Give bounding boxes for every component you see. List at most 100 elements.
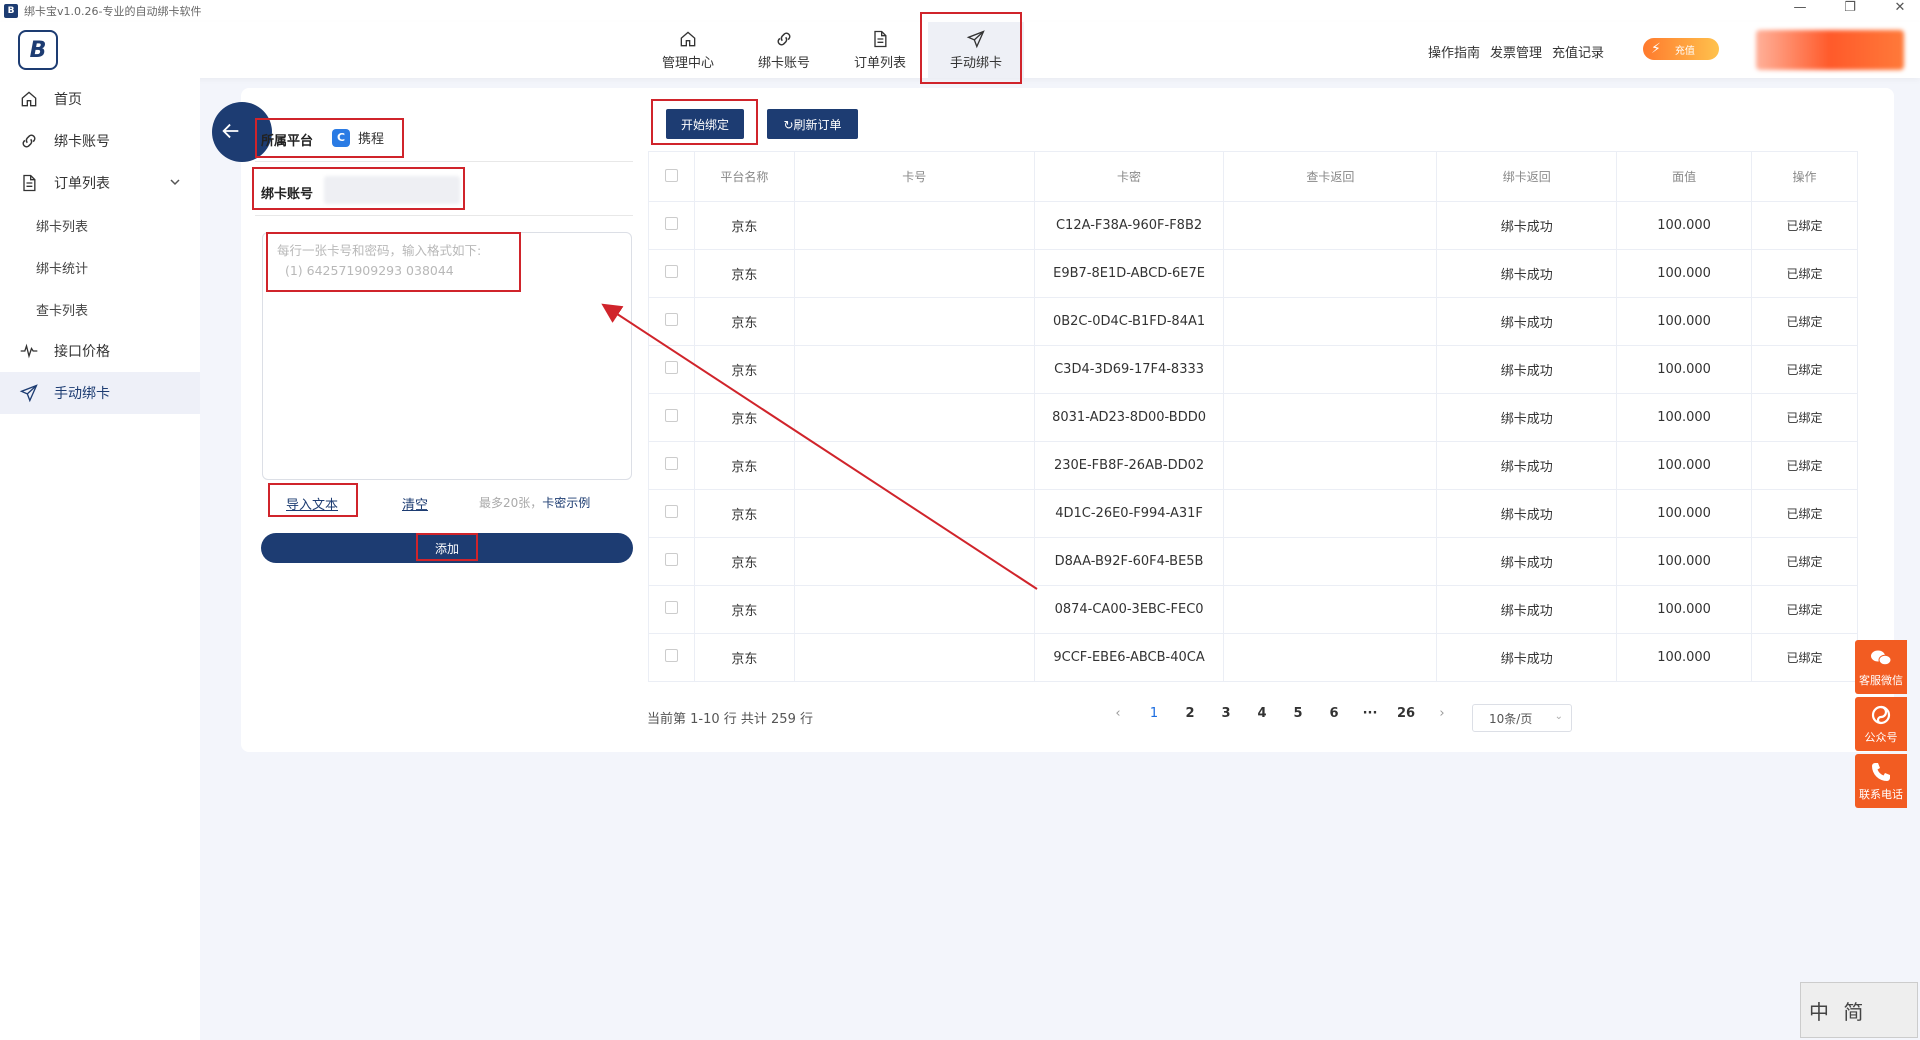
row-select-cell: [648, 201, 695, 250]
select-all-checkbox[interactable]: [664, 168, 678, 182]
row-select-cell: [648, 585, 695, 634]
nav-bind-account[interactable]: 绑卡账号: [736, 22, 832, 78]
wechat-service-button[interactable]: 客服微信: [1855, 640, 1907, 694]
row-checkbox[interactable]: [664, 601, 678, 614]
page-button[interactable]: 6: [1316, 706, 1352, 721]
page-button[interactable]: 3: [1208, 706, 1244, 721]
platform-label: 所属平台: [261, 134, 314, 149]
sidebar-item-home[interactable]: 首页: [0, 78, 200, 120]
cell-value: 100.000: [1616, 345, 1753, 394]
wechat-icon: [1871, 650, 1892, 666]
cell-op: 已绑定: [1751, 489, 1858, 538]
watermark-stamp: 中 简: [1800, 982, 1918, 1038]
home-icon: [680, 31, 696, 47]
cell-secret: C3D4-3D69-17F4-8333: [1033, 345, 1225, 394]
recharge-button[interactable]: ⚡ 充值: [1643, 38, 1719, 60]
row-select-cell: [648, 297, 695, 346]
cell-op: 已绑定: [1751, 441, 1858, 490]
column-header: 平台名称: [693, 151, 795, 202]
page-button[interactable]: 26: [1388, 706, 1424, 721]
document-icon: [874, 30, 887, 48]
account-label: 绑卡账号: [261, 187, 314, 202]
pagination-info: 当前第 1-10 行 共计 259 行: [647, 712, 813, 727]
sidebar-item-bind-stats[interactable]: 绑卡统计: [0, 246, 200, 288]
sidebar-item-bind-list[interactable]: 绑卡列表: [0, 204, 200, 246]
official-account-button[interactable]: 公众号: [1855, 697, 1907, 751]
page-button[interactable]: 4: [1244, 706, 1280, 721]
clear-link[interactable]: 清空: [402, 494, 428, 513]
sidebar-item-label: 首页: [54, 92, 82, 108]
contact-phone-button[interactable]: 联系电话: [1855, 754, 1907, 808]
cell-value: 100.000: [1616, 249, 1753, 298]
guide-link[interactable]: 操作指南: [1428, 42, 1480, 61]
table-header-row: 平台名称 卡号 卡密 查卡返回 绑卡返回 面值 操作: [648, 151, 1858, 202]
maximize-button[interactable]: ❐: [1840, 0, 1860, 15]
sidebar-item-order-list[interactable]: 订单列表: [0, 162, 200, 204]
row-checkbox[interactable]: [664, 553, 678, 566]
top-links: 操作指南 发票管理 充值记录: [1428, 42, 1604, 61]
cell-op: 已绑定: [1751, 201, 1858, 250]
cell-value: 100.000: [1616, 585, 1753, 634]
app-logo: B: [18, 30, 58, 70]
send-icon: [966, 30, 985, 49]
row-checkbox[interactable]: [664, 649, 678, 662]
platform-select[interactable]: C 携程: [332, 128, 384, 147]
add-button[interactable]: 添加: [261, 533, 633, 563]
sidebar-item-api-price[interactable]: 接口价格: [0, 330, 200, 372]
row-checkbox[interactable]: [664, 217, 678, 230]
nav-management-center[interactable]: 管理中心: [640, 22, 736, 78]
prev-page-button[interactable]: ‹: [1100, 706, 1136, 721]
cell-card-no: [793, 633, 1035, 682]
page-button[interactable]: 2: [1172, 706, 1208, 721]
cell-bind: 绑卡成功: [1436, 585, 1618, 634]
row-select-cell: [648, 489, 695, 538]
document-icon: [18, 172, 40, 194]
nav-label: 绑卡账号: [757, 56, 810, 71]
minimize-button[interactable]: —: [1790, 0, 1810, 15]
row-checkbox[interactable]: [664, 409, 678, 422]
nav-order-list[interactable]: 订单列表: [832, 22, 928, 78]
row-select-cell: [648, 393, 695, 442]
row-checkbox[interactable]: [664, 265, 678, 278]
sidebar-item-bind-account[interactable]: 绑卡账号: [0, 120, 200, 162]
cell-platform: 京东: [693, 249, 795, 298]
cell-op: 已绑定: [1751, 297, 1858, 346]
nav-manual-bind[interactable]: 手动绑卡: [928, 22, 1024, 78]
page-button[interactable]: 1: [1136, 706, 1172, 721]
row-checkbox[interactable]: [664, 505, 678, 518]
account-value-blurred[interactable]: [324, 176, 460, 204]
example-link[interactable]: 卡密示例: [542, 496, 590, 510]
row-checkbox[interactable]: [664, 361, 678, 374]
row-checkbox[interactable]: [664, 313, 678, 326]
page-button[interactable]: 5: [1280, 706, 1316, 721]
cell-value: 100.000: [1616, 297, 1753, 346]
import-text-link[interactable]: 导入文本: [286, 494, 338, 513]
top-nav: 管理中心 绑卡账号 订单列表 手动绑卡: [640, 12, 1024, 84]
recharge-record-link[interactable]: 充值记录: [1552, 42, 1604, 61]
cell-card-no: [793, 297, 1035, 346]
refresh-orders-button[interactable]: ↻刷新订单: [767, 109, 858, 139]
cell-op: 已绑定: [1751, 393, 1858, 442]
sidebar-item-query-list[interactable]: 查卡列表: [0, 288, 200, 330]
card-input-textarea[interactable]: [262, 232, 632, 480]
cell-card-no: [793, 537, 1035, 586]
page-size-select[interactable]: 10条/页 ⌄: [1472, 704, 1572, 732]
invoice-link[interactable]: 发票管理: [1490, 42, 1542, 61]
start-bind-button[interactable]: 开始绑定: [666, 109, 744, 139]
user-info-blurred[interactable]: [1756, 30, 1904, 70]
next-page-button[interactable]: ›: [1424, 706, 1460, 721]
cell-bind: 绑卡成功: [1436, 489, 1618, 538]
top-header: B 管理中心 绑卡账号 订单列表 手动绑卡 操作指南 发票管理 充值记录 ⚡ 充…: [0, 12, 1920, 84]
cell-op: 已绑定: [1751, 249, 1858, 298]
close-button[interactable]: ✕: [1890, 0, 1910, 15]
row-checkbox[interactable]: [664, 457, 678, 470]
column-header: 面值: [1616, 151, 1753, 202]
sidebar-item-manual-bind[interactable]: 手动绑卡: [0, 372, 200, 414]
table-row: 京东 4D1C-26E0-F994-A31F 绑卡成功 100.000 已绑定: [648, 489, 1858, 538]
official-account-icon: [1871, 705, 1891, 725]
cell-secret: D8AA-B92F-60F4-BE5B: [1033, 537, 1225, 586]
cell-op: 已绑定: [1751, 345, 1858, 394]
app-icon: B: [4, 4, 18, 18]
page-ellipsis[interactable]: ···: [1352, 706, 1388, 721]
nav-label: 手动绑卡: [949, 56, 1002, 71]
